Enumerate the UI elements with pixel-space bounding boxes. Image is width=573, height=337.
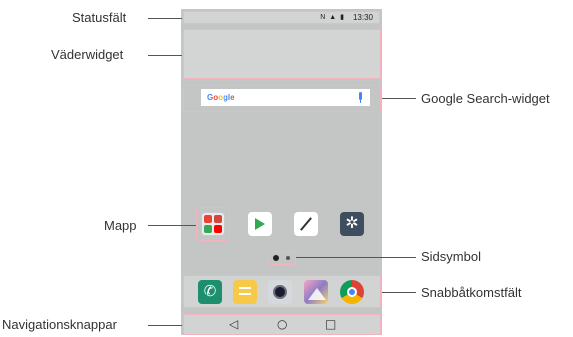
folder-mini-app-icon [204, 225, 212, 233]
leader-line-quick-access [382, 292, 416, 293]
camera-app-icon[interactable] [268, 280, 292, 304]
phone-app-icon[interactable]: ✆ [198, 280, 222, 304]
play-store-icon[interactable] [248, 212, 272, 236]
folder-icon[interactable] [201, 212, 225, 236]
microphone-icon[interactable] [359, 92, 362, 100]
weather-widget[interactable] [183, 29, 381, 79]
label-weather-widget: Väderwidget [51, 47, 124, 62]
leader-line-google-search [382, 98, 416, 99]
gallery-app-icon[interactable] [304, 280, 328, 304]
notes-app-icon[interactable] [294, 212, 318, 236]
label-google-search-widget: Google Search-widget [421, 91, 550, 106]
pen-icon [300, 217, 312, 231]
chrome-center-icon [347, 287, 357, 297]
leader-line-navigation [148, 325, 182, 326]
message-lines-icon [239, 287, 251, 295]
page-dot-inactive[interactable] [286, 256, 290, 260]
status-icons: N ▲ ▮ [320, 14, 345, 21]
folder-mini-app-icon [214, 215, 222, 223]
label-statusbar: Statusfält [72, 10, 127, 25]
mountain-icon [308, 288, 326, 300]
google-logo: Google [207, 92, 235, 103]
status-bar: N ▲ ▮ 13:30 [183, 11, 380, 24]
google-search-bar[interactable]: Google [201, 89, 370, 106]
camera-lens-icon [273, 285, 287, 299]
back-button-icon[interactable]: ◁ [229, 316, 238, 332]
page-dot-active[interactable] [273, 255, 279, 261]
chrome-app-icon[interactable] [340, 280, 364, 304]
home-button-icon[interactable]: ○ [277, 316, 287, 332]
google-logo-text: Google [207, 93, 235, 102]
leader-line-statusbar [148, 18, 182, 19]
play-triangle-icon [255, 218, 265, 230]
label-navigation-keys: Navigationsknappar [2, 317, 117, 332]
page-indicator-highlight [267, 251, 296, 265]
leader-line-page-indicator [296, 257, 416, 258]
folder-mini-app-icon [204, 215, 212, 223]
recents-button-icon[interactable]: □ [325, 316, 336, 332]
label-folder: Mapp [104, 218, 137, 233]
leader-line-folder [148, 225, 196, 226]
settings-gear-icon[interactable]: ✲ [340, 212, 364, 236]
label-quick-access-bar: Snabbåtkomstfält [421, 285, 522, 300]
messaging-app-icon[interactable] [233, 280, 257, 304]
label-page-indicator: Sidsymbol [421, 249, 481, 264]
microphone-stem [360, 100, 361, 103]
leader-line-weather [148, 55, 182, 56]
folder-mini-app-icon [214, 225, 222, 233]
status-time: 13:30 [352, 13, 373, 22]
